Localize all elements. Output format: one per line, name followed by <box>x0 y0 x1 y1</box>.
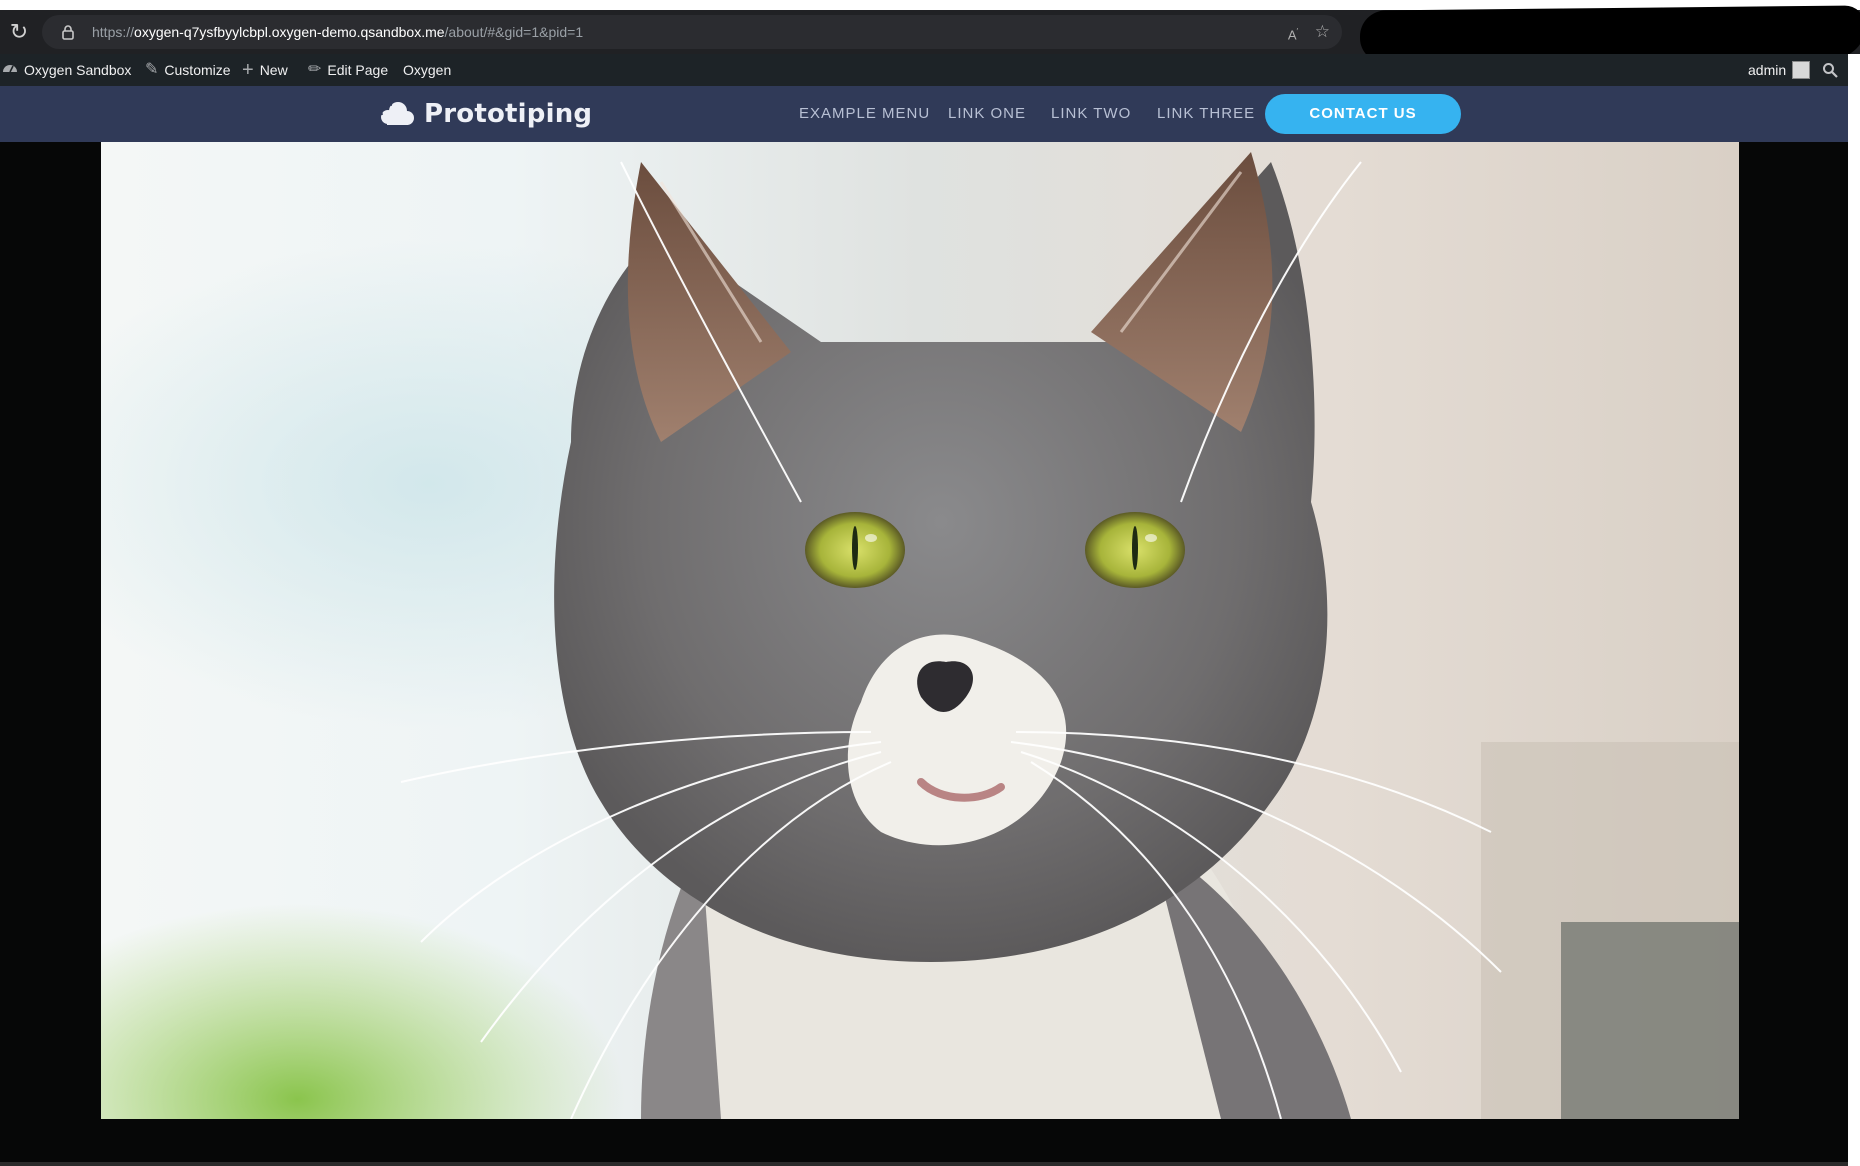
admin-oxygen-link[interactable]: Oxygen <box>403 54 451 86</box>
admin-oxygen-label: Oxygen <box>403 62 452 78</box>
avatar-icon <box>1792 61 1811 79</box>
nav-example-menu[interactable]: EXAMPLE MENU <box>799 86 930 142</box>
nav-link-two[interactable]: LINK TWO <box>1051 86 1131 142</box>
admin-new-label: New <box>259 62 288 78</box>
address-bar[interactable]: https://oxygen-q7ysfbyylcbpl.oxygen-demo… <box>42 15 1342 49</box>
admin-user-name: admin <box>1748 62 1787 78</box>
cat-image <box>101 142 1739 1119</box>
logo-text: Prototiping <box>424 99 593 129</box>
cloud-icon <box>380 102 414 125</box>
read-aloud-label: A <box>1287 27 1297 43</box>
admin-site-name: Oxygen Sandbox <box>24 62 132 78</box>
cat-photo[interactable] <box>101 142 1739 1119</box>
admin-bar: Oxygen Sandbox ✎ Customize + New ✏ Edit … <box>0 54 1848 86</box>
nav-link-three[interactable]: LINK THREE <box>1157 86 1255 142</box>
site-logo[interactable]: Prototiping <box>378 86 592 142</box>
lock-icon[interactable] <box>60 24 76 40</box>
read-aloud-icon[interactable]: A′ <box>1288 15 1298 49</box>
admin-site-link[interactable]: Oxygen Sandbox <box>2 54 131 86</box>
admin-customize-link[interactable]: ✎ Customize <box>145 54 231 86</box>
admin-edit-page-label: Edit Page <box>327 62 389 78</box>
admin-new-link[interactable]: + New <box>242 54 288 86</box>
admin-user-menu[interactable]: admin <box>1748 54 1811 86</box>
nav-link-one[interactable]: LINK ONE <box>948 86 1026 142</box>
browser-toolbar: ↻ https://oxygen-q7ysfbyylcbpl.oxygen-de… <box>0 5 1860 63</box>
window-right-edge <box>1848 54 1860 1166</box>
brush-icon: ✎ <box>145 61 159 78</box>
plus-icon: + <box>242 59 254 81</box>
site-header: Prototiping EXAMPLE MENU LINK ONE LINK T… <box>0 86 1848 142</box>
dashboard-icon <box>2 54 18 86</box>
address-text[interactable]: https://oxygen-q7ysfbyylcbpl.oxygen-demo… <box>92 15 583 49</box>
favorite-icon[interactable]: ☆ <box>1315 15 1330 49</box>
pencil-icon: ✏ <box>308 61 322 78</box>
window-bottom-edge <box>0 1162 1848 1166</box>
admin-customize-label: Customize <box>164 62 231 78</box>
lightbox-overlay[interactable] <box>0 142 1848 1162</box>
reload-icon[interactable]: ↻ <box>6 19 32 45</box>
admin-edit-page-link[interactable]: ✏ Edit Page <box>308 54 388 86</box>
search-icon <box>1823 63 1838 78</box>
url-host: oxygen-q7ysfbyylcbpl.oxygen-demo.qsandbo… <box>134 24 445 40</box>
url-scheme: https:// <box>92 24 135 40</box>
contact-us-button[interactable]: CONTACT US <box>1265 94 1461 134</box>
admin-search[interactable] <box>1822 54 1838 86</box>
url-path: /about/#&gid=1&pid=1 <box>444 24 584 40</box>
